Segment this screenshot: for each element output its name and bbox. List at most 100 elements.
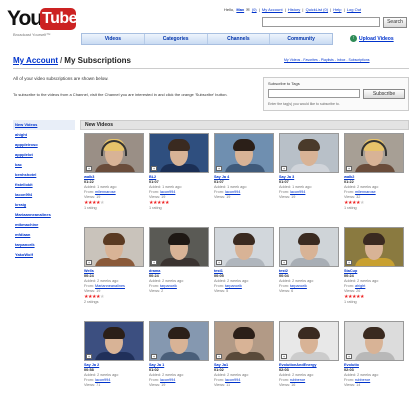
video-thumbnail[interactable]: + bbox=[344, 133, 404, 173]
video-author-link[interactable]: rubberoe bbox=[355, 378, 370, 382]
video-author-link[interactable]: lacon994 bbox=[225, 190, 240, 194]
video-views: Views: 71 bbox=[84, 383, 101, 387]
rating-count: 1 rating bbox=[344, 300, 357, 304]
video-from-label: From: bbox=[279, 284, 289, 288]
sidebar-item[interactable]: fistellokit bbox=[13, 180, 75, 190]
sidebar-item[interactable]: YakoWolf bbox=[13, 250, 75, 260]
video-author-link[interactable]: lacon994 bbox=[225, 378, 240, 382]
video-author-link[interactable]: milennarose bbox=[355, 190, 376, 194]
account-sublinks[interactable]: My Videos - Favorites - Playlists - Inbo… bbox=[284, 58, 370, 62]
video-thumbnail[interactable]: + bbox=[84, 321, 144, 361]
video-author-link[interactable]: tarpanorik bbox=[225, 284, 242, 288]
add-to-quicklist-icon[interactable]: + bbox=[86, 260, 92, 265]
tab-videos[interactable]: Videos bbox=[82, 34, 145, 44]
username-link[interactable]: Max bbox=[236, 7, 244, 12]
tab-channels[interactable]: Channels bbox=[208, 34, 271, 44]
upload-videos-link[interactable]: ↑ Upload Videos bbox=[350, 35, 394, 42]
quicklist-link[interactable]: QuickList (0) bbox=[306, 7, 328, 12]
subscribe-tags-button[interactable]: Subscribe bbox=[363, 89, 405, 99]
video-author-link[interactable]: ahight bbox=[355, 284, 365, 288]
sidebar-item[interactable]: lacon994 bbox=[13, 190, 75, 200]
history-link[interactable]: History bbox=[288, 7, 300, 12]
tab-community[interactable]: Community bbox=[270, 34, 332, 44]
video-thumbnail[interactable]: + bbox=[149, 321, 209, 361]
add-to-quicklist-icon[interactable]: + bbox=[281, 354, 287, 359]
sidebar-item[interactable]: krraig bbox=[13, 200, 75, 210]
sidebar-item[interactable]: ahight bbox=[13, 130, 75, 140]
video-thumbnail[interactable]: + bbox=[214, 321, 274, 361]
video-thumbnail[interactable]: + bbox=[279, 227, 339, 267]
search-button[interactable]: Search bbox=[383, 17, 407, 28]
video-meta: Say Ja 2 00:58 Added: 2 weeks ago From: lac… bbox=[84, 363, 146, 388]
my-account-link[interactable]: My Account bbox=[262, 7, 283, 12]
add-to-quicklist-icon[interactable]: + bbox=[216, 166, 222, 171]
video-author-link[interactable]: milennarose bbox=[95, 190, 116, 194]
video-meta: Evolutio 02:03 Added: 2 weeks ago From: rub… bbox=[344, 363, 406, 388]
video-thumbnail[interactable]: + bbox=[84, 133, 144, 173]
add-to-quicklist-icon[interactable]: + bbox=[346, 260, 352, 265]
video-author-link[interactable]: tarpanorik bbox=[290, 284, 307, 288]
search-input[interactable] bbox=[262, 17, 380, 27]
video-views: Views: 5 bbox=[214, 289, 229, 293]
add-to-quicklist-icon[interactable]: + bbox=[216, 354, 222, 359]
sidebar-item[interactable]: mfdiaan bbox=[13, 230, 75, 240]
video-author-link[interactable]: lacon994 bbox=[160, 378, 175, 382]
video-author-link[interactable]: Marianneanalines bbox=[95, 284, 125, 288]
breadcrumb-my-account[interactable]: My Account bbox=[13, 56, 58, 65]
video-thumbnail[interactable]: + bbox=[344, 227, 404, 267]
add-to-quicklist-icon[interactable]: + bbox=[346, 354, 352, 359]
video-thumbnail[interactable]: + bbox=[214, 227, 274, 267]
help-link[interactable]: Help bbox=[333, 7, 341, 12]
add-to-quicklist-icon[interactable]: + bbox=[346, 166, 352, 171]
sidebar-item[interactable]: tarpanorik bbox=[13, 240, 75, 250]
video-thumbnail[interactable]: + bbox=[279, 133, 339, 173]
video-from-label: From: bbox=[149, 284, 159, 288]
video-author-link[interactable]: lacon994 bbox=[95, 378, 110, 382]
video-thumbnail[interactable]: + bbox=[214, 133, 274, 173]
sidebar-item[interactable]: apppleiroso bbox=[13, 140, 75, 150]
video-from-label: From: bbox=[279, 190, 289, 194]
add-to-quicklist-icon[interactable]: + bbox=[151, 354, 157, 359]
logo-tagline: Broadcast Yourself™ bbox=[13, 32, 51, 37]
video-author-link[interactable]: lacon994 bbox=[290, 190, 305, 194]
video-author-link[interactable]: lacon994 bbox=[160, 190, 175, 194]
add-to-quicklist-icon[interactable]: + bbox=[281, 260, 287, 265]
sidebar-item[interactable]: mtkmachine bbox=[13, 220, 75, 230]
youtube-logo[interactable]: You Tube Broadcast Yourself™ bbox=[7, 7, 78, 37]
video-thumbnail[interactable]: + bbox=[149, 133, 209, 173]
video-from-label: From: bbox=[149, 378, 159, 382]
video-thumbnail[interactable]: + bbox=[149, 227, 209, 267]
video-card: + walk3 01:22 Added: 1 week ago From: milenn… bbox=[84, 133, 146, 223]
add-to-quicklist-icon[interactable]: + bbox=[86, 354, 92, 359]
sidebar-item[interactable]: benhshotel bbox=[13, 170, 75, 180]
video-author-link[interactable]: rubberoe bbox=[290, 378, 305, 382]
video-from-label: From: bbox=[149, 190, 159, 194]
video-thumbnail[interactable]: + bbox=[279, 321, 339, 361]
video-thumbnail[interactable]: + bbox=[84, 227, 144, 267]
video-author-link[interactable]: tarpanorik bbox=[160, 284, 177, 288]
video-meta: Say Ja 4 01:07 Added: 1 week ago From: laco… bbox=[214, 175, 276, 200]
video-from-label: From: bbox=[84, 378, 94, 382]
inbox-count-link[interactable]: (0) bbox=[252, 7, 257, 12]
add-to-quicklist-icon[interactable]: + bbox=[151, 166, 157, 171]
mail-icon[interactable]: ✉ bbox=[246, 7, 249, 12]
sidebar-item-new-videos[interactable]: New Videos bbox=[13, 120, 75, 130]
logo-tube: Tube bbox=[40, 8, 78, 30]
add-to-quicklist-icon[interactable]: + bbox=[216, 260, 222, 265]
sidebar-item[interactable]: appplelot bbox=[13, 150, 75, 160]
video-meta: Wells 00:24 Added: 2 weeks ago From: Marian… bbox=[84, 269, 146, 305]
subscribe-instructions: To subscribe to the videos from a Channe… bbox=[13, 92, 228, 97]
video-meta: test2 00:04 Added: 2 weeks ago From: tarpan… bbox=[279, 269, 341, 294]
add-to-quicklist-icon[interactable]: + bbox=[86, 166, 92, 171]
account-links: Hello, Max ✉ (0) | My Account | History … bbox=[224, 7, 362, 12]
video-thumbnail[interactable]: + bbox=[344, 321, 404, 361]
logout-link[interactable]: Log Out bbox=[347, 7, 361, 12]
add-to-quicklist-icon[interactable]: + bbox=[281, 166, 287, 171]
tags-input[interactable] bbox=[268, 89, 360, 98]
video-meta: BL2 01:07 Added: 1 week ago From: lacon994 V… bbox=[149, 175, 211, 211]
tab-categories[interactable]: Categories bbox=[145, 34, 208, 44]
video-meta: Say Ja 1 01:02 Added: 2 weeks ago From: lac… bbox=[149, 363, 211, 388]
sidebar-item[interactable]: Mariaanneanalines bbox=[13, 210, 75, 220]
sidebar-item[interactable]: bac bbox=[13, 160, 75, 170]
add-to-quicklist-icon[interactable]: + bbox=[151, 260, 157, 265]
